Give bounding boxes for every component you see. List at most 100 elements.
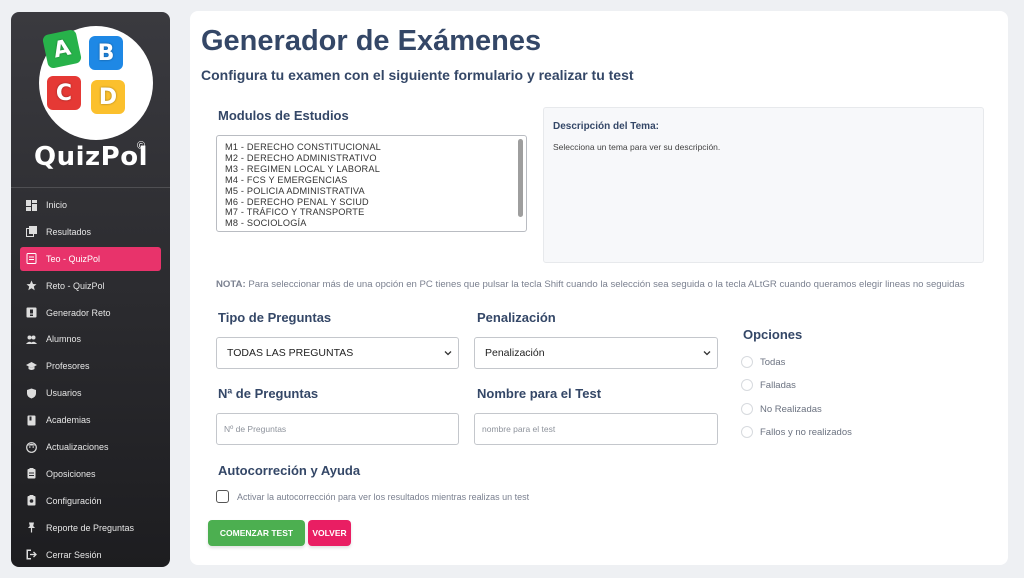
sidebar-item-usuarios[interactable]: Usuarios	[20, 381, 161, 405]
num-questions-placeholder: Nº de Preguntas	[224, 424, 287, 434]
option-label: Todas	[760, 356, 786, 368]
penalty-value: Penalización	[485, 347, 545, 359]
description-text: Selecciona un tema para ver su descripci…	[553, 142, 721, 152]
sidebar-nav: Inicio Resultados Teo - QuizPol Reto - Q…	[20, 182, 161, 567]
module-option[interactable]: M7 - TRÁFICO Y TRANSPORTE	[225, 207, 518, 218]
sidebar-item-label: Usuarios	[46, 388, 82, 399]
star-icon	[26, 280, 37, 291]
modules-listbox[interactable]: M1 - DERECHO CONSTITUCIONAL M2 - DERECHO…	[216, 135, 527, 232]
option-fallos-y-no-realizados[interactable]: Fallos y no realizados	[741, 426, 852, 438]
radio-button[interactable]	[741, 403, 753, 415]
school-icon	[26, 361, 37, 372]
sidebar-item-reporte-de-preguntas[interactable]: Reporte de Preguntas	[20, 516, 161, 540]
sidebar-item-inicio[interactable]: Inicio	[20, 193, 161, 217]
brand-name: QuizPol	[34, 142, 148, 172]
option-todas[interactable]: Todas	[741, 356, 785, 368]
book-icon	[26, 415, 37, 426]
sidebar-item-label: Cerrar Sesión	[46, 549, 102, 560]
sidebar-item-label: Actualizaciones	[46, 442, 109, 453]
option-label: No Realizadas	[760, 403, 822, 415]
sidebar-item-label: Teo - QuizPol	[46, 253, 101, 264]
chevron-down-icon	[703, 351, 711, 356]
quiz-box-icon	[26, 307, 37, 318]
radio-button[interactable]	[741, 426, 753, 438]
page-subtitle: Configura tu examen con el siguiente for…	[201, 67, 634, 83]
copyright-mark: ©	[137, 140, 146, 152]
num-questions-input[interactable]: Nº de Preguntas	[216, 413, 459, 445]
module-option[interactable]: M4 - FCS Y EMERGENCIAS	[225, 175, 518, 186]
back-button[interactable]: VOLVER	[308, 520, 351, 546]
sidebar-item-label: Oposiciones	[46, 468, 96, 479]
pin-icon	[26, 522, 37, 533]
question-type-label: Tipo de Preguntas	[218, 310, 332, 325]
test-name-placeholder: nombre para el test	[482, 424, 556, 434]
sidebar-item-label: Resultados	[46, 226, 92, 237]
description-title: Descripción del Tema:	[553, 121, 659, 132]
sidebar-item-reto-quizpol[interactable]: Reto - QuizPol	[20, 274, 161, 298]
clipboard-icon	[26, 468, 37, 479]
penalty-select[interactable]: Penalización	[474, 337, 718, 369]
modules-label: Modulos de Estudios	[218, 108, 349, 123]
autocorrect-checkbox[interactable]	[216, 490, 229, 503]
sidebar-item-alumnos[interactable]: Alumnos	[20, 327, 161, 351]
option-label: Fallos y no realizados	[760, 426, 852, 438]
radio-button[interactable]	[741, 379, 753, 391]
note-body: Para seleccionar más de una opción en PC…	[245, 279, 965, 290]
question-type-select[interactable]: TODAS LAS PREGUNTAS	[216, 337, 459, 369]
num-questions-label: Nª de Preguntas	[218, 386, 319, 401]
main-card: Generador de Exámenes Configura tu exame…	[190, 11, 1008, 565]
clipboard-settings-icon	[26, 495, 37, 506]
autocorrect-text: Activar la autocorrección para ver los r…	[237, 491, 530, 502]
sidebar-item-label: Reporte de Preguntas	[46, 522, 135, 533]
sidebar-item-teo-quizpol[interactable]: Teo - QuizPol	[20, 246, 161, 271]
puzzle-piece-c: C	[47, 76, 81, 110]
listbox-scrollbar[interactable]	[518, 139, 523, 217]
sidebar-item-oposiciones[interactable]: Oposiciones	[20, 462, 161, 486]
radio-button[interactable]	[741, 356, 753, 368]
test-name-input[interactable]: nombre para el test	[474, 413, 718, 445]
sidebar-item-configuracion[interactable]: Configuración	[20, 489, 161, 513]
sidebar-item-profesores[interactable]: Profesores	[20, 354, 161, 378]
quiz-icon	[26, 253, 37, 265]
puzzle-piece-d: D	[91, 80, 125, 114]
module-option[interactable]: M1 - DERECHO CONSTITUCIONAL	[225, 142, 518, 153]
sidebar-item-cerrar-sesion[interactable]: Cerrar Sesión	[20, 543, 161, 567]
logo: A B C D QuizPol ©	[11, 12, 170, 182]
description-panel: Descripción del Tema: Selecciona un tema…	[543, 107, 984, 263]
sidebar-item-generador-reto[interactable]: Generador Reto	[20, 301, 161, 325]
shield-icon	[26, 388, 37, 399]
start-test-button[interactable]: COMENZAR TEST	[208, 520, 305, 546]
module-option[interactable]: M2 - DERECHO ADMINISTRATIVO	[225, 153, 518, 164]
copy-icon	[26, 226, 37, 238]
option-no-realizadas[interactable]: No Realizadas	[741, 403, 822, 415]
puzzle-piece-b: B	[89, 36, 123, 70]
module-option[interactable]: M3 - REGIMEN LOCAL Y LABORAL	[225, 164, 518, 175]
sidebar-item-label: Inicio	[46, 200, 68, 210]
test-name-label: Nombre para el Test	[477, 386, 602, 401]
sidebar-item-resultados[interactable]: Resultados	[20, 220, 161, 244]
module-option[interactable]: M8 - SOCIOLOGÍA	[225, 218, 518, 229]
note-text: NOTA: Para seleccionar más de una opción…	[216, 277, 986, 293]
sidebar-item-actualizaciones[interactable]: Actualizaciones	[20, 435, 161, 459]
sidebar-item-label: Academias	[46, 415, 91, 426]
module-option[interactable]: M5 - POLICIA ADMINISTRATIVA	[225, 186, 518, 197]
sidebar-item-label: Reto - QuizPol	[46, 280, 105, 291]
sidebar-item-label: Profesores	[46, 361, 90, 372]
sidebar-item-label: Generador Reto	[46, 307, 111, 318]
option-label: Falladas	[760, 379, 796, 391]
dashboard-icon	[26, 199, 37, 211]
note-label: NOTA:	[216, 279, 246, 290]
option-falladas[interactable]: Falladas	[741, 379, 796, 391]
group-icon	[26, 334, 37, 345]
puzzle-piece-a: A	[41, 28, 83, 70]
face-icon	[26, 441, 37, 453]
page-title: Generador de Exámenes	[201, 25, 542, 57]
module-option[interactable]: M6 - DERECHO PENAL Y SCIUD	[225, 197, 518, 208]
question-type-value: TODAS LAS PREGUNTAS	[227, 347, 354, 359]
chevron-down-icon	[444, 351, 452, 356]
penalty-label: Penalización	[477, 310, 556, 325]
sidebar-item-academias[interactable]: Academias	[20, 408, 161, 432]
sidebar: A B C D QuizPol © Inicio Resultados Teo …	[11, 12, 170, 567]
autocorrect-label: Autocorreción y Ayuda	[218, 463, 361, 478]
autocorrect-row[interactable]: Activar la autocorrección para ver los r…	[216, 490, 529, 503]
